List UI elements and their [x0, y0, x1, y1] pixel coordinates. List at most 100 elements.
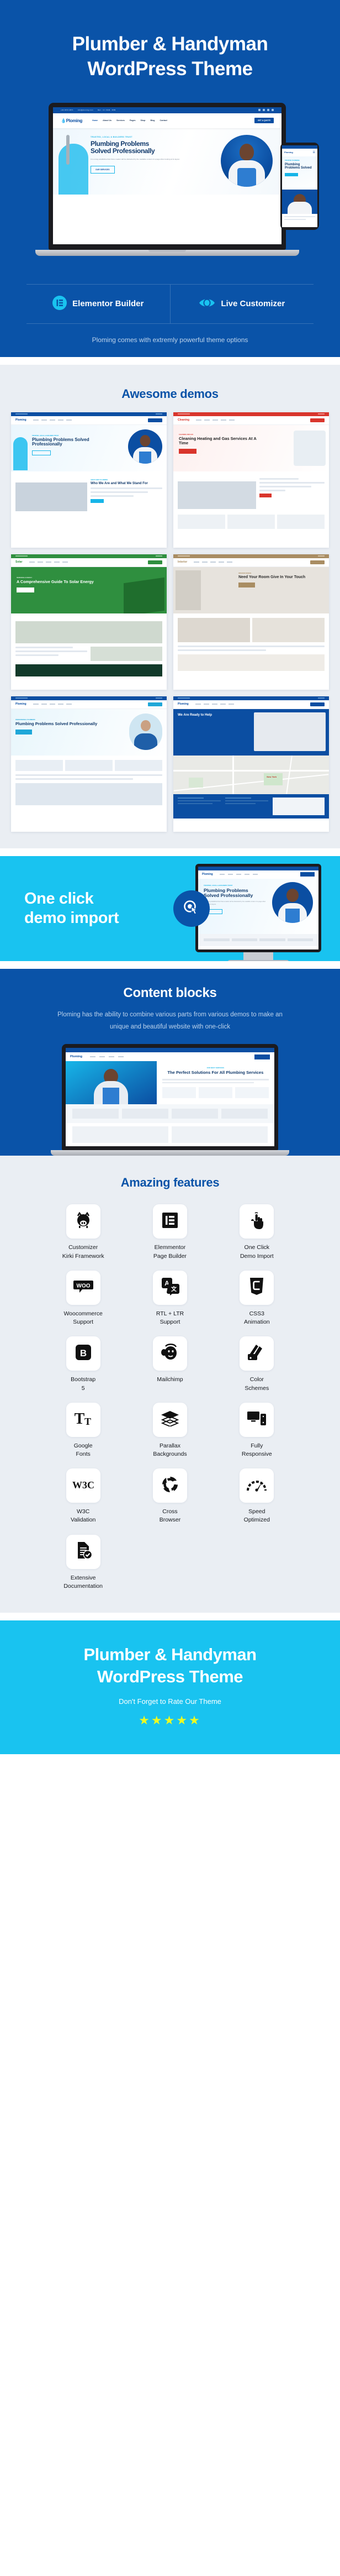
mock-site-cta-button: GET A QUOTE	[254, 118, 274, 124]
feature-item-customizer-kirki[interactable]: Customizer Kirki Framework	[50, 1204, 116, 1260]
demos-section: Awesome demos Ploming TRUSTED, LOCAL & B…	[0, 364, 340, 848]
rate-text: Don't Forget to Rate Our Theme	[119, 1697, 221, 1706]
feature-label-line2: Support	[160, 1319, 180, 1326]
feature-item-speed-optimized[interactable]: Speed Optimized	[224, 1468, 290, 1524]
feature-label-line1: CSS3	[249, 1310, 265, 1317]
svg-text:B: B	[80, 1348, 87, 1358]
features-title: Amazing features	[120, 1176, 220, 1190]
feature-item-one-click-demo-import[interactable]: One Click Demo Import	[224, 1204, 290, 1260]
hero-title-line2: WordPress Theme	[87, 57, 253, 80]
page-title: Plumber & Handyman WordPress Theme	[0, 22, 340, 96]
feature-label-line2: Responsive	[241, 1450, 272, 1457]
kirki-pig-icon	[74, 1211, 93, 1232]
feature-label-line1: Cross	[162, 1508, 178, 1515]
content-blocks-section: Content blocks Ploming has the ability t…	[0, 968, 340, 1156]
cross-browser-icon	[161, 1476, 179, 1496]
demo-card-cleaning-gas[interactable]: Cleaning CLEANING AND GAS Cleaning Heati…	[173, 412, 329, 548]
content-blocks-laptop-base	[51, 1150, 289, 1156]
mock-site-hero: TRUSTED, LOCAL & BUILDERS TRUST Plumbing…	[53, 128, 281, 195]
translate-icon: A文	[161, 1277, 179, 1298]
facebook-icon	[258, 109, 261, 112]
instagram-icon	[267, 109, 269, 112]
demo-logo: Solar	[15, 560, 23, 564]
feature-label-line1: W3C	[76, 1508, 90, 1515]
feature-label-line1: Color	[249, 1376, 264, 1383]
feature-item-css3[interactable]: CSS3 Animation	[224, 1270, 290, 1326]
footer-title: Plumber & Handyman WordPress Theme	[0, 1644, 340, 1688]
one-click-import-section: One click demo import Ploming TRUSTED, L…	[0, 856, 340, 961]
feature-item-mailchimp[interactable]: Mailchimp	[137, 1336, 203, 1392]
elementor-icon	[161, 1211, 179, 1232]
menu-contact: Contact	[160, 119, 167, 122]
phone-viewport: Ploming ☰ TRUSTED PLUMBING Plumbing Prob…	[282, 145, 317, 227]
color-swatch-icon	[247, 1344, 266, 1364]
css3-icon	[249, 1277, 264, 1298]
document-check-icon	[75, 1541, 92, 1562]
feature-label-line2: Support	[73, 1319, 94, 1326]
demo-card-contact-map[interactable]: Ploming We Are Ready to Help New York	[173, 696, 329, 832]
demos-grid: Ploming TRUSTED, LOCAL & BUILDERS TRUST …	[0, 412, 340, 832]
demo-card-interior-room[interactable]: Interior INTERIOR DESIGN Need Your Room …	[173, 554, 329, 690]
feature-item-google-fonts[interactable]: TT Google Fonts	[50, 1402, 116, 1458]
feature-item-color-schemes[interactable]: Color Schemes	[224, 1336, 290, 1392]
one-click-title-line1: One click	[24, 890, 94, 908]
feature-item-responsive[interactable]: Fully Responsive	[224, 1402, 290, 1458]
feature-label-line2: Browser	[159, 1517, 181, 1524]
hamburger-icon: ☰	[312, 150, 315, 154]
feature-label-line1: Elemmentor	[154, 1244, 186, 1251]
feature-label-line2: Kirki Framework	[62, 1252, 104, 1260]
topbar-social-icons	[258, 109, 274, 112]
feature-label-line2: Backgrounds	[153, 1450, 187, 1457]
feature-label-line1: Google	[73, 1442, 93, 1449]
speedometer-icon	[246, 1477, 267, 1494]
demo-card-solar-energy[interactable]: Solar RENEWABLE ENERGY A Comprehensive G…	[11, 554, 167, 690]
mock-site-nav: 💧Ploming Home About Us Services Pages Sh…	[53, 113, 281, 128]
svg-text:T: T	[74, 1410, 84, 1427]
topbar-hours: Mon - Fri: 8AM - 6PM	[97, 109, 116, 112]
hero-feature-bar: Elementor Builder Live Customizer	[26, 284, 314, 324]
menu-about: About Us	[103, 119, 112, 122]
laptop-base	[35, 249, 299, 256]
content-blocks-laptop-mockup: Ploming OUR BEST SERVICES The Perfect So…	[51, 1044, 289, 1156]
one-click-title: One click demo import	[0, 889, 119, 927]
feature-item-bootstrap[interactable]: B Bootstrap 5	[50, 1336, 116, 1392]
demo-card-plumbing-main[interactable]: Ploming TRUSTED, LOCAL & BUILDERS TRUST …	[11, 412, 167, 548]
feature-item-rtl-ltr[interactable]: A文 RTL + LTR Support	[137, 1270, 203, 1326]
monitor-mockup: Ploming TRUSTED, LOCAL & BUILDERS TRUST …	[195, 863, 321, 961]
hero-title-line1: Plumber & Handyman	[72, 33, 268, 55]
click-cursor-icon	[173, 890, 210, 927]
feature-label-line2: Page Builder	[153, 1252, 187, 1260]
feature-item-parallax[interactable]: Parallax Backgrounds	[137, 1402, 203, 1458]
mock-hero-button: OUR SERVICES	[91, 165, 115, 174]
laptop-screen: +92 2972 2871 info@ploming.com Mon - Fri…	[49, 102, 286, 250]
feature-label-line1: Woocommerce	[63, 1310, 103, 1317]
menu-services: Services	[116, 119, 125, 122]
layers-icon	[160, 1410, 180, 1429]
feature-label-line2: Schemes	[245, 1384, 269, 1392]
feature-label-line2: 5	[81, 1384, 85, 1392]
feature-item-elementor[interactable]: Elemmentor Page Builder	[137, 1204, 203, 1260]
map-preview: New York	[173, 755, 329, 794]
feature-item-cross-browser[interactable]: Cross Browser	[137, 1468, 203, 1524]
woocommerce-icon: WOO	[73, 1279, 93, 1296]
feature-label-line1: Bootstrap	[71, 1376, 96, 1383]
feature-item-w3c[interactable]: W3C W3C Validation	[50, 1468, 116, 1524]
hero-feature-live-customizer: Live Customizer	[169, 284, 314, 323]
feature-item-documentation[interactable]: Extensive Documentation	[50, 1534, 116, 1591]
mock-site-menu: Home About Us Services Pages Shop Blog C…	[92, 119, 167, 122]
demo-logo: Ploming	[15, 702, 26, 706]
demo-card-handyman[interactable]: Ploming PROFESSIONAL PLUMBERS Plumbing P…	[11, 696, 167, 832]
menu-blog: Blog	[150, 119, 155, 122]
feature-label-line2: Fonts	[76, 1450, 91, 1457]
eye-icon	[199, 297, 215, 311]
feature-item-woocommerce[interactable]: WOO Woocommerce Support	[50, 1270, 116, 1326]
demo-logo: Interior	[178, 560, 188, 564]
responsive-devices-icon	[247, 1410, 267, 1429]
mailchimp-icon	[160, 1343, 180, 1364]
menu-home: Home	[92, 119, 98, 122]
svg-text:T: T	[84, 1416, 91, 1427]
w3c-icon: W3C	[72, 1478, 94, 1494]
feature-label-line2: Animation	[243, 1319, 270, 1326]
star-rating[interactable]: ★★★★★	[0, 1713, 340, 1728]
feature-label-line2: Documentation	[63, 1582, 103, 1589]
